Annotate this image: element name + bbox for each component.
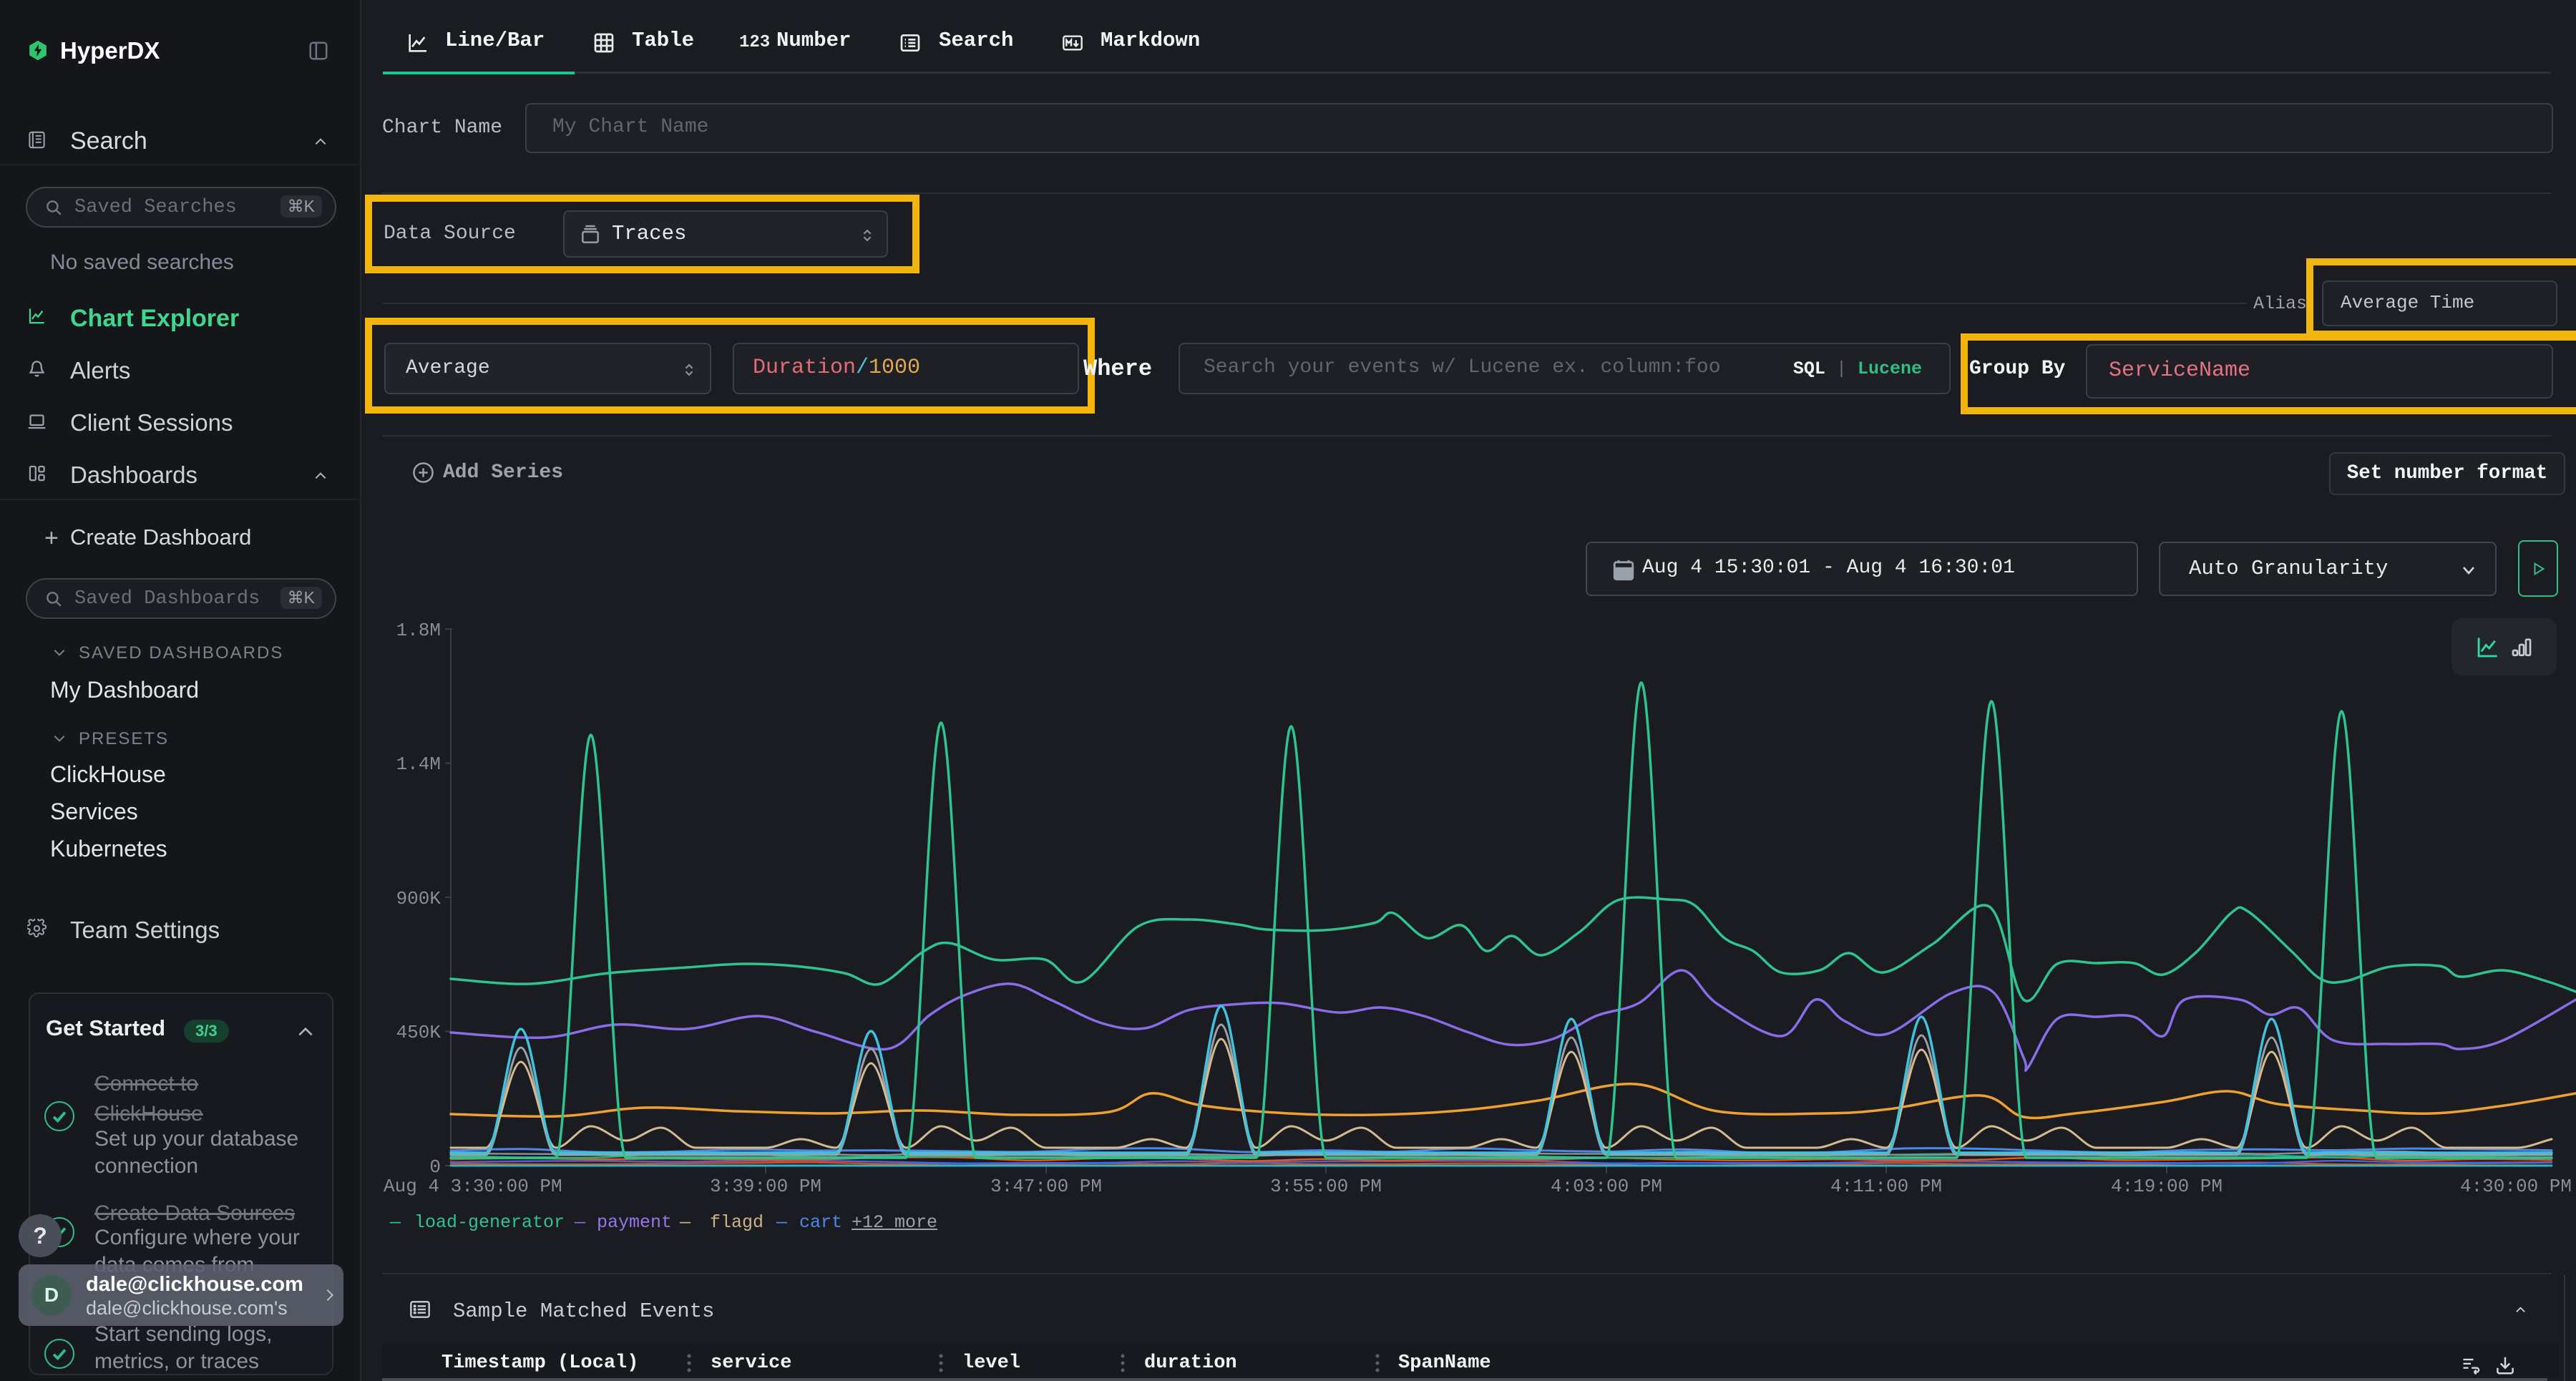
- svg-text:4:19:00 PM: 4:19:00 PM: [2111, 1176, 2223, 1197]
- svg-text:1.8M: 1.8M: [396, 620, 441, 641]
- svg-text:3:47:00 PM: 3:47:00 PM: [990, 1176, 1102, 1197]
- svg-text:900K: 900K: [396, 888, 441, 909]
- svg-text:0: 0: [429, 1156, 441, 1178]
- svg-text:Aug 4 3:30:00 PM: Aug 4 3:30:00 PM: [384, 1176, 562, 1197]
- svg-text:3:55:00 PM: 3:55:00 PM: [1270, 1176, 1382, 1197]
- svg-text:4:30:00 PM: 4:30:00 PM: [2460, 1176, 2572, 1197]
- svg-text:450K: 450K: [396, 1022, 441, 1043]
- svg-text:4:03:00 PM: 4:03:00 PM: [1551, 1176, 1662, 1197]
- svg-text:4:11:00 PM: 4:11:00 PM: [1830, 1176, 1942, 1197]
- svg-text:3:39:00 PM: 3:39:00 PM: [710, 1176, 821, 1197]
- svg-text:1.4M: 1.4M: [396, 753, 441, 775]
